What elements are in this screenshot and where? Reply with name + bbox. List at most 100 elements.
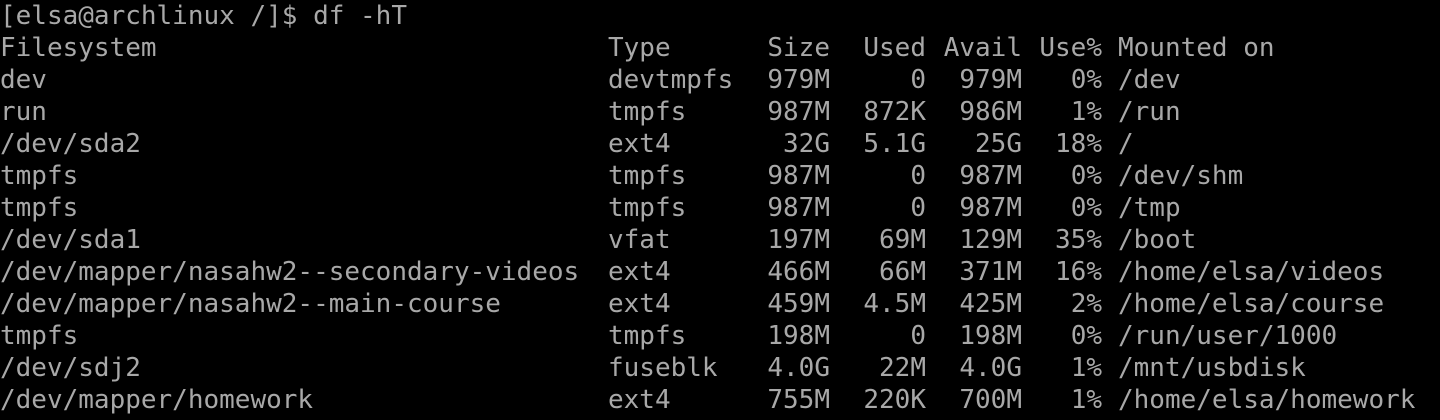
cell-used: 0	[910, 321, 926, 351]
cell-mounted-on: /boot	[1118, 225, 1197, 255]
terminal-window[interactable]: [elsa@archlinux /]$ df -hT Filesystem Ty…	[0, 0, 1440, 420]
cell-type: tmpfs	[608, 161, 687, 191]
cell-used: 220K	[863, 385, 926, 415]
cell-size: 4.0G	[767, 353, 830, 383]
cell-filesystem: dev	[0, 65, 47, 95]
prompt-line: [elsa@archlinux /]$ df -hT	[0, 0, 1440, 32]
cell-use-percent: 1%	[1070, 385, 1102, 415]
cell-type: devtmpfs	[608, 65, 734, 95]
cell-size: 459M	[767, 289, 830, 319]
df-row: /dev/sdj2 fuseblk 4.0G 22M 4.0G 1% /mnt/usbdis…	[0, 352, 1440, 384]
header-type: Type	[608, 33, 671, 63]
df-row: /dev/mapper/nasahw2--secondary-videos ext…	[0, 256, 1440, 288]
df-output-rows: dev devtmpfs 979M 0 979M 0% /dev run tmpfs 987M 87…	[0, 64, 1440, 416]
header-mounted-on: Mounted on	[1118, 33, 1275, 63]
df-row: tmpfs tmpfs 987M 0 987M 0% /tmp	[0, 192, 1440, 224]
cell-type: ext4	[608, 385, 671, 415]
cell-mounted-on: /tmp	[1118, 193, 1181, 223]
header-used: Used	[863, 33, 926, 63]
df-row: dev devtmpfs 979M 0 979M 0% /dev	[0, 64, 1440, 96]
cell-filesystem: /dev/sdj2	[0, 353, 141, 383]
cell-used: 0	[910, 161, 926, 191]
cell-use-percent: 35%	[1055, 225, 1102, 255]
cell-filesystem: tmpfs	[0, 193, 79, 223]
cell-filesystem: tmpfs	[0, 321, 79, 351]
header-use-percent: Use%	[1039, 33, 1102, 63]
cell-use-percent: 0%	[1070, 193, 1102, 223]
header-avail: Avail	[943, 33, 1022, 63]
df-row: run tmpfs 987M 872K 986M 1% /run	[0, 96, 1440, 128]
cell-filesystem: /dev/mapper/homework	[0, 385, 314, 415]
cell-mounted-on: /	[1118, 129, 1134, 159]
cell-used: 872K	[863, 97, 926, 127]
cell-use-percent: 0%	[1070, 161, 1102, 191]
cell-type: vfat	[608, 225, 671, 255]
cell-filesystem: /dev/mapper/nasahw2--main-course	[0, 289, 501, 319]
df-row: tmpfs tmpfs 987M 0 987M 0% /dev/shm	[0, 160, 1440, 192]
cell-size: 32G	[783, 129, 830, 159]
cell-type: tmpfs	[608, 321, 687, 351]
cell-avail: 4.0G	[959, 353, 1022, 383]
cell-avail: 987M	[959, 193, 1022, 223]
cell-size: 979M	[767, 65, 830, 95]
cell-mounted-on: /dev/shm	[1118, 161, 1244, 191]
cell-filesystem: /dev/mapper/nasahw2--secondary-videos	[0, 257, 580, 287]
cell-use-percent: 0%	[1070, 65, 1102, 95]
cell-avail: 129M	[959, 225, 1022, 255]
cell-filesystem: /dev/sda2	[0, 129, 141, 159]
df-row: /dev/sda2 ext4 32G 5.1G 25G 18% /	[0, 128, 1440, 160]
shell-prompt-command: [elsa@archlinux /]$ df -hT	[0, 1, 407, 31]
cell-use-percent: 1%	[1070, 353, 1102, 383]
cell-avail: 25G	[975, 129, 1022, 159]
cell-filesystem: tmpfs	[0, 161, 79, 191]
cell-use-percent: 0%	[1070, 321, 1102, 351]
cell-size: 198M	[767, 321, 830, 351]
header-size: Size	[767, 33, 830, 63]
cell-type: ext4	[608, 289, 671, 319]
cell-mounted-on: /home/elsa/homework	[1118, 385, 1416, 415]
cell-size: 987M	[767, 161, 830, 191]
cell-avail: 986M	[959, 97, 1022, 127]
cell-use-percent: 2%	[1070, 289, 1102, 319]
cell-filesystem: run	[0, 97, 47, 127]
cell-use-percent: 16%	[1055, 257, 1102, 287]
df-row: tmpfs tmpfs 198M 0 198M 0% /run/user/1000	[0, 320, 1440, 352]
cell-size: 466M	[767, 257, 830, 287]
cell-used: 69M	[879, 225, 926, 255]
df-row: /dev/sda1 vfat 197M 69M 129M 35% /boot	[0, 224, 1440, 256]
cell-size: 755M	[767, 385, 830, 415]
df-row: /dev/mapper/homework ext4 755M 220K 700M 1% /h…	[0, 384, 1440, 416]
cell-mounted-on: /home/elsa/videos	[1118, 257, 1385, 287]
cell-avail: 425M	[959, 289, 1022, 319]
cell-avail: 987M	[959, 161, 1022, 191]
cell-size: 987M	[767, 97, 830, 127]
cell-type: fuseblk	[608, 353, 718, 383]
df-header-row: Filesystem Type Size Used Avail Use% Mou…	[0, 32, 1440, 64]
cell-type: ext4	[608, 257, 671, 287]
cell-type: tmpfs	[608, 97, 687, 127]
cell-type: ext4	[608, 129, 671, 159]
cell-use-percent: 1%	[1070, 97, 1102, 127]
cell-avail: 198M	[959, 321, 1022, 351]
cell-use-percent: 18%	[1055, 129, 1102, 159]
cell-mounted-on: /run/user/1000	[1118, 321, 1338, 351]
cell-mounted-on: /home/elsa/course	[1118, 289, 1385, 319]
cell-size: 987M	[767, 193, 830, 223]
cell-avail: 371M	[959, 257, 1022, 287]
cell-filesystem: /dev/sda1	[0, 225, 141, 255]
df-row: /dev/mapper/nasahw2--main-course ext4 459M…	[0, 288, 1440, 320]
cell-mounted-on: /mnt/usbdisk	[1118, 353, 1306, 383]
cell-size: 197M	[767, 225, 830, 255]
cell-avail: 979M	[959, 65, 1022, 95]
cell-used: 4.5M	[863, 289, 926, 319]
header-filesystem: Filesystem	[0, 33, 157, 63]
cell-used: 0	[910, 65, 926, 95]
cell-avail: 700M	[959, 385, 1022, 415]
cell-mounted-on: /run	[1118, 97, 1181, 127]
cell-used: 0	[910, 193, 926, 223]
cell-used: 66M	[879, 257, 926, 287]
cell-mounted-on: /dev	[1118, 65, 1181, 95]
cell-type: tmpfs	[608, 193, 687, 223]
cell-used: 5.1G	[863, 129, 926, 159]
cell-used: 22M	[879, 353, 926, 383]
